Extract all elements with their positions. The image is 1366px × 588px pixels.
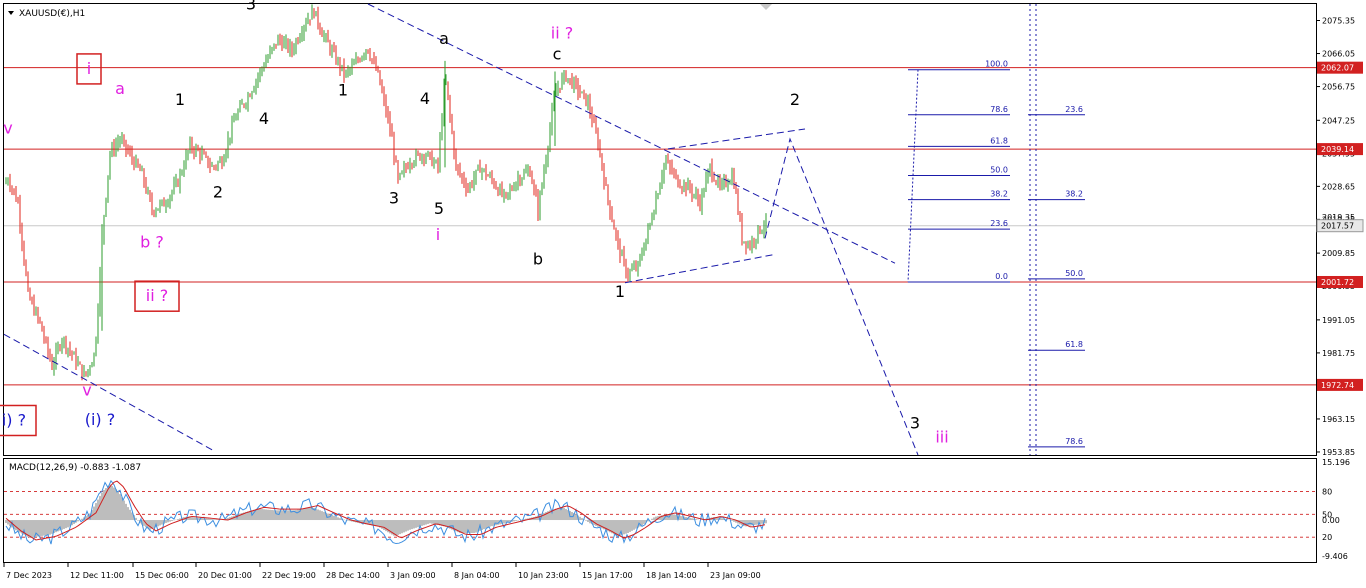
wave-label: a — [439, 29, 449, 48]
candlesticks — [5, 4, 767, 381]
wave-label: 5 — [434, 199, 444, 218]
wave-label: 2 — [790, 90, 800, 109]
wave-label: 2 — [213, 183, 223, 202]
price-tick-label: 1963.15 — [1322, 415, 1355, 424]
fib-right-label: 61.8 — [1065, 340, 1083, 349]
price-tick-label: 2047.25 — [1322, 116, 1355, 125]
wave-label: c — [553, 44, 562, 63]
triangle-down-icon[interactable] — [8, 11, 14, 15]
wave-label: 1 — [615, 282, 625, 301]
wave-label: iii — [935, 428, 948, 447]
wave-label: i — [436, 225, 440, 244]
time-tick-label: 23 Jan 09:00 — [710, 571, 761, 580]
main-plot-frame — [3, 3, 1317, 456]
fib-left-label: 23.6 — [990, 219, 1008, 228]
fib-left-label: 61.8 — [990, 136, 1008, 145]
current-price-tag-label: 2017.57 — [1321, 222, 1354, 231]
wave-label: v — [3, 119, 12, 138]
fibonacci-levels: 100.0 78.6 61.8 50.0 38.2 23.6 0.0 23.6 38.2 50.0… — [907, 4, 1085, 455]
macd-plot-frame — [3, 458, 1317, 563]
fib-left-label: 50.0 — [990, 166, 1008, 175]
price-level-tag-label: 2001.72 — [1321, 278, 1354, 287]
price-tick-label: 1953.85 — [1322, 448, 1355, 457]
price-axis: 2075.352066.052056.752047.252037.952028.… — [1316, 17, 1364, 457]
boxed-wave-label: ii ? — [146, 286, 168, 305]
forecast-path — [764, 137, 919, 456]
price-tick-label: 2028.65 — [1322, 182, 1355, 191]
wave-label: v — [82, 380, 91, 399]
macd-title: MACD(12,26,9) -0.883 -1.087 — [9, 463, 141, 473]
macd-tick-label: 15.196 — [1322, 458, 1350, 467]
fib-right-label: 50.0 — [1065, 269, 1083, 278]
price-tick-label: 2056.75 — [1322, 83, 1355, 92]
horizontal-levels — [4, 67, 1316, 386]
fib-left-label: 100.0 — [985, 60, 1008, 69]
chart-canvas: 100.0 78.6 61.8 50.0 38.2 23.6 0.0 23.6 38.2 50.0… — [0, 0, 1364, 580]
time-tick-label: 15 Jan 17:00 — [582, 571, 633, 580]
time-tick-label: 7 Dec 2023 — [6, 571, 52, 580]
price-tick-label: 1981.75 — [1322, 349, 1355, 358]
wave-labels: 3 1 4 2 1 4 3 5 a c b 1 2 3 ii ? i a b ? v v iii (i) ? i ii ? i)… — [0, 0, 949, 447]
price-level-tag-label: 2062.07 — [1321, 64, 1354, 73]
wave-label: 4 — [420, 89, 430, 108]
macd-indicator: 15.1960.00-9.406805020 — [4, 458, 1350, 561]
fib-left-label: 38.2 — [990, 190, 1008, 199]
wave-label: 3 — [246, 0, 256, 13]
time-tick-label: 12 Dec 11:00 — [70, 571, 124, 580]
time-tick-label: 18 Jan 14:00 — [646, 571, 697, 580]
time-tick-label: 28 Dec 14:00 — [326, 571, 380, 580]
price-tick-label: 2075.35 — [1322, 17, 1355, 26]
fib-right-label: 38.2 — [1065, 190, 1083, 199]
trendlines — [3, 3, 919, 456]
wave-label: 3 — [910, 413, 920, 432]
macd-level-label: 50 — [1322, 510, 1332, 519]
wave-label: (i) ? — [85, 410, 116, 429]
boxed-wave-label: i — [87, 59, 91, 78]
wave-label: b ? — [140, 232, 164, 251]
fib-left-label: 78.6 — [990, 105, 1008, 114]
time-tick-label: 8 Jan 04:00 — [454, 571, 500, 580]
trendline — [624, 253, 776, 284]
trendline — [667, 128, 806, 150]
scroll-marker-icon[interactable] — [760, 4, 772, 10]
wave-label: ii ? — [551, 23, 573, 42]
price-tick-label: 1991.05 — [1322, 316, 1355, 325]
fib-right-label: 23.6 — [1065, 105, 1083, 114]
price-level-tag-label: 2039.14 — [1321, 145, 1354, 154]
time-tick-label: 20 Dec 01:00 — [198, 571, 252, 580]
symbol-label: XAUUSD(€),H1 — [19, 9, 85, 19]
price-tick-label: 2066.05 — [1322, 50, 1355, 59]
time-tick-label: 22 Dec 19:00 — [262, 571, 316, 580]
wave-label: 4 — [259, 109, 269, 128]
fib-right-label: 78.6 — [1065, 437, 1083, 446]
wave-label: 1 — [338, 80, 348, 99]
boxed-wave-label: i) ? — [2, 410, 26, 429]
time-tick-label: 3 Jan 09:00 — [390, 571, 436, 580]
wave-label: a — [115, 79, 125, 98]
macd-tick-label: -9.406 — [1322, 552, 1348, 561]
fib-left-label: 0.0 — [995, 272, 1008, 281]
wave-label: b — [533, 250, 543, 269]
price-tick-label: 2009.85 — [1322, 249, 1355, 258]
time-axis: 7 Dec 2023 12 Dec 11:00 15 Dec 06:00 20 Dec… — [3, 562, 761, 580]
time-tick-label: 15 Dec 06:00 — [135, 571, 189, 580]
macd-level-label: 20 — [1322, 533, 1332, 542]
macd-level-label: 80 — [1322, 487, 1332, 496]
wave-label: 3 — [389, 189, 399, 208]
price-level-tag-label: 1972.74 — [1321, 381, 1354, 390]
time-tick-label: 10 Jan 23:00 — [518, 571, 569, 580]
wave-label: 1 — [175, 90, 185, 109]
